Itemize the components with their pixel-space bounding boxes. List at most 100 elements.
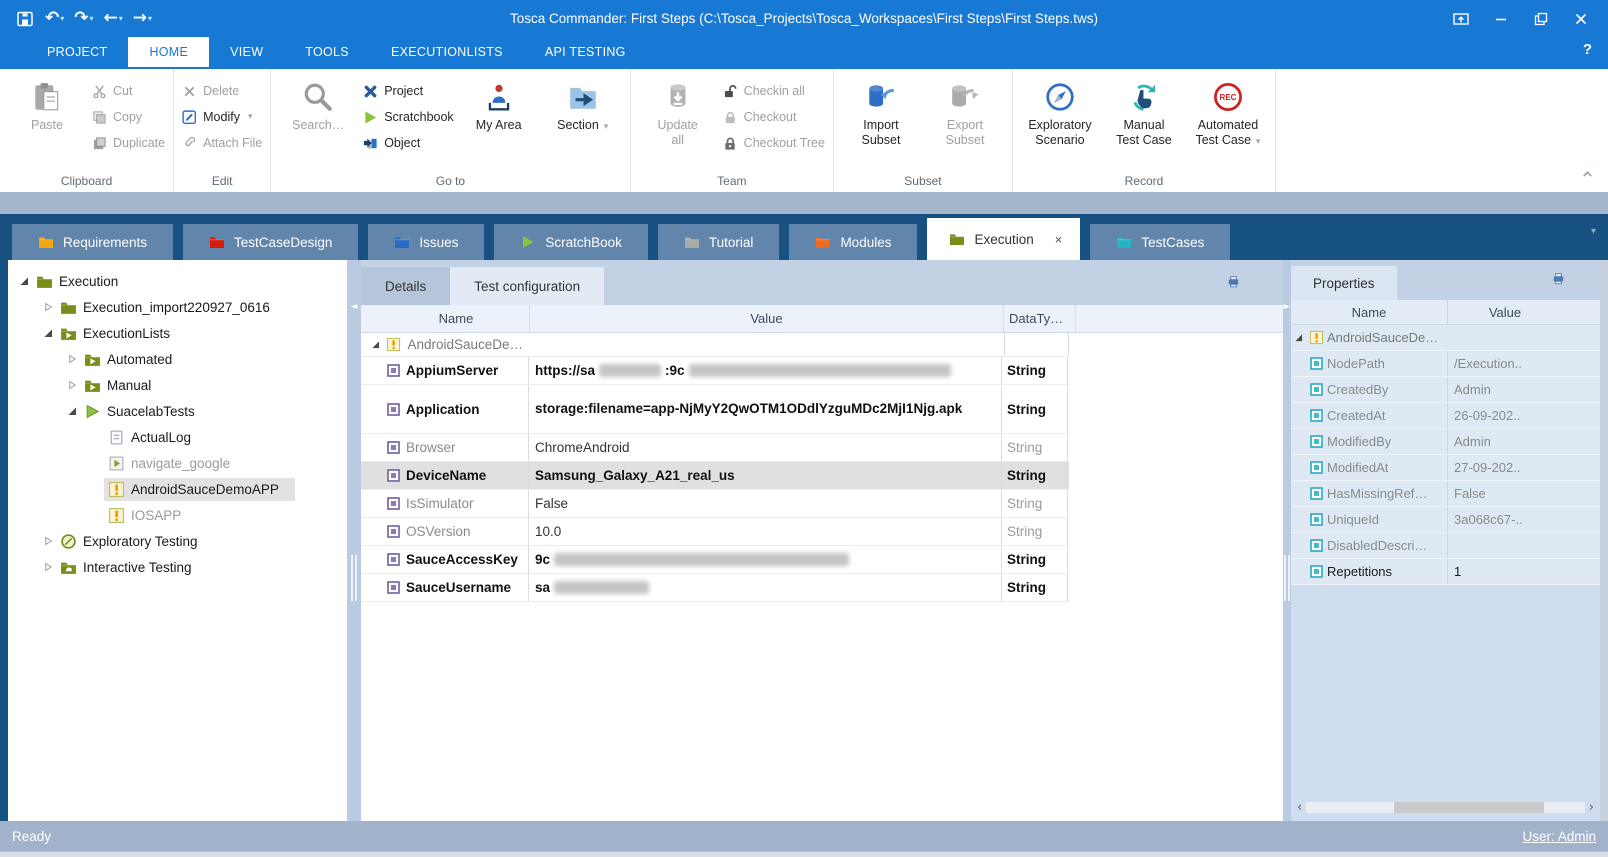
pin-icon[interactable] — [1226, 274, 1241, 294]
dropdown-caret-icon[interactable]: ▾ — [601, 122, 608, 132]
restore-button[interactable] — [1524, 6, 1558, 32]
tree-item-iosapp[interactable]: IOSAPP — [8, 502, 347, 528]
expander-collapsed-icon[interactable] — [40, 536, 56, 546]
expander-collapsed-icon[interactable] — [40, 302, 56, 312]
object-button[interactable]: Object — [363, 133, 453, 153]
collapse-left-icon[interactable]: ◄ — [347, 302, 361, 312]
properties-horizontal-scrollbar[interactable]: ‹ › — [1291, 800, 1600, 821]
tab-details[interactable]: Details — [361, 267, 450, 305]
expander-collapsed-icon[interactable] — [64, 354, 80, 364]
property-row-nodepath[interactable]: NodePath/Execution.. — [1291, 351, 1600, 377]
config-row-osversion[interactable]: OSVersion10.0String — [361, 518, 1069, 546]
forward-button[interactable]: →▾ — [130, 8, 155, 29]
project-button[interactable]: Project — [363, 81, 453, 101]
dropdown-caret-icon[interactable]: ▾ — [1253, 137, 1260, 147]
scroll-left-icon[interactable]: ‹ — [1297, 801, 1302, 814]
scroll-right-icon[interactable]: › — [1589, 801, 1594, 814]
expander-collapsed-icon[interactable] — [64, 380, 80, 390]
config-row-sauceusername[interactable]: SauceUsernamesaString — [361, 574, 1069, 602]
section-button[interactable]: Section ▾ — [544, 73, 622, 135]
expander-expanded-icon[interactable] — [16, 276, 32, 286]
tree-item-actuallog[interactable]: ActualLog — [8, 424, 347, 450]
tab-properties[interactable]: Properties — [1291, 266, 1397, 300]
user-link[interactable]: User: Admin — [1522, 829, 1596, 844]
properties-splitter[interactable]: ► — [1283, 260, 1291, 821]
collapse-right-icon[interactable]: ► — [1283, 302, 1291, 312]
column-header-value[interactable]: Value — [1447, 300, 1562, 324]
workspace-tab-modules[interactable]: Modules — [789, 224, 917, 260]
minimize-button[interactable] — [1484, 6, 1518, 32]
ribbon-tab-tools[interactable]: TOOLS — [284, 37, 370, 67]
property-row-createdat[interactable]: CreatedAt26-09-202.. — [1291, 403, 1600, 429]
pin-icon[interactable] — [1551, 271, 1566, 291]
save-button[interactable] — [12, 7, 38, 31]
config-row-sauceaccesskey[interactable]: SauceAccessKey9cString — [361, 546, 1069, 574]
expander-expanded-icon[interactable] — [371, 337, 380, 352]
tree-item-manual[interactable]: Manual — [8, 372, 347, 398]
column-header-value[interactable]: Value — [530, 305, 1004, 332]
workspace-tab-scratchbook[interactable]: ScratchBook — [494, 224, 648, 260]
column-header-dataty[interactable]: DataTy… — [1004, 305, 1076, 332]
import-subset-button[interactable]: ImportSubset — [842, 73, 920, 148]
ribbon-tab-project[interactable]: PROJECT — [26, 37, 128, 67]
config-row-appiumserver[interactable]: AppiumServerhttps://sa:9cString — [361, 357, 1069, 385]
my-area-button[interactable]: My Area — [460, 73, 538, 133]
config-group-row[interactable]: AndroidSauceDe… — [361, 333, 1069, 357]
property-row-repetitions[interactable]: Repetitions1 — [1291, 559, 1600, 585]
ribbon-tab-api-testing[interactable]: API TESTING — [524, 37, 647, 67]
back-button[interactable]: ←▾ — [101, 8, 126, 29]
ribbon-tab-home[interactable]: HOME — [128, 37, 209, 67]
property-row-modifiedat[interactable]: ModifiedAt27-09-202.. — [1291, 455, 1600, 481]
property-row-modifiedby[interactable]: ModifiedByAdmin — [1291, 429, 1600, 455]
dropdown-caret-icon[interactable]: ▾ — [148, 10, 152, 27]
pin-window-button[interactable] — [1444, 6, 1478, 32]
tree-splitter[interactable]: ◄ — [347, 260, 361, 821]
workspace-tab-tutorial[interactable]: Tutorial — [658, 224, 780, 260]
expander-expanded-icon[interactable] — [1294, 330, 1303, 345]
tree-item-androidsaucedemoapp[interactable]: AndroidSauceDemoAPP — [8, 476, 347, 502]
workspace-tab-issues[interactable]: Issues — [368, 224, 484, 260]
help-button[interactable]: ? — [1583, 41, 1592, 58]
scrollbar-thumb[interactable] — [1394, 802, 1544, 813]
exploratory-scenario-button[interactable]: ExploratoryScenario — [1021, 73, 1099, 148]
workspace-tab-testcasedesign[interactable]: TestCaseDesign — [183, 224, 358, 260]
ribbon-tab-executionlists[interactable]: EXECUTIONLISTS — [370, 37, 524, 67]
ribbon-collapse-icon[interactable] — [1581, 168, 1594, 186]
config-row-issimulator[interactable]: IsSimulatorFalseString — [361, 490, 1069, 518]
tree-item-navigate-google[interactable]: navigate_google — [8, 450, 347, 476]
redo-button[interactable]: ↷▾ — [71, 8, 96, 29]
property-row-uniqueid[interactable]: UniqueId3a068c67-.. — [1291, 507, 1600, 533]
tree-item-execution[interactable]: Execution — [8, 268, 347, 294]
tab-list-dropdown-icon[interactable]: ▾ — [1591, 226, 1596, 237]
dropdown-caret-icon[interactable]: ▾ — [119, 10, 123, 27]
tree-item-suacelabtests[interactable]: SuacelabTests — [8, 398, 347, 424]
scrollbar-track[interactable] — [1306, 802, 1585, 813]
property-row-disableddescri[interactable]: DisabledDescri… — [1291, 533, 1600, 559]
property-row-hasmissingref[interactable]: HasMissingRef…False — [1291, 481, 1600, 507]
column-header-name[interactable]: Name — [1291, 300, 1447, 324]
tree-item-exploratory-testing[interactable]: Exploratory Testing — [8, 528, 347, 554]
config-row-devicename[interactable]: DeviceNameSamsung_Galaxy_A21_real_usStri… — [361, 462, 1069, 490]
scratchbook-button[interactable]: Scratchbook — [363, 107, 453, 127]
expander-expanded-icon[interactable] — [64, 406, 80, 416]
tree-item-automated[interactable]: Automated — [8, 346, 347, 372]
property-row-androidsaucede[interactable]: AndroidSauceDe… — [1291, 325, 1600, 351]
dropdown-caret-icon[interactable]: ▾ — [90, 10, 94, 27]
tree-item-execution-import220927-0616[interactable]: Execution_import220927_0616 — [8, 294, 347, 320]
tab-test-configuration[interactable]: Test configuration — [450, 267, 604, 305]
config-row-browser[interactable]: BrowserChromeAndroidString — [361, 434, 1069, 462]
expander-collapsed-icon[interactable] — [40, 562, 56, 572]
close-tab-icon[interactable]: × — [1055, 232, 1063, 247]
ribbon-tab-view[interactable]: VIEW — [209, 37, 284, 67]
workspace-tab-testcases[interactable]: TestCases — [1090, 224, 1230, 260]
modify-button[interactable]: Modify▾ — [182, 107, 262, 127]
automated-test-case-button[interactable]: RECAutomatedTest Case ▾ — [1189, 73, 1267, 150]
config-row-application[interactable]: Applicationstorage:filename=app-NjMyY2Qw… — [361, 385, 1069, 434]
undo-button[interactable]: ↶▾ — [42, 8, 67, 29]
column-header-name[interactable]: Name — [383, 305, 530, 332]
expander-expanded-icon[interactable] — [40, 328, 56, 338]
workspace-tab-execution[interactable]: Execution× — [927, 218, 1080, 260]
workspace-tab-requirements[interactable]: Requirements — [12, 224, 173, 260]
tree-item-executionlists[interactable]: ExecutionLists — [8, 320, 347, 346]
manual-test-case-button[interactable]: ManualTest Case — [1105, 73, 1183, 148]
